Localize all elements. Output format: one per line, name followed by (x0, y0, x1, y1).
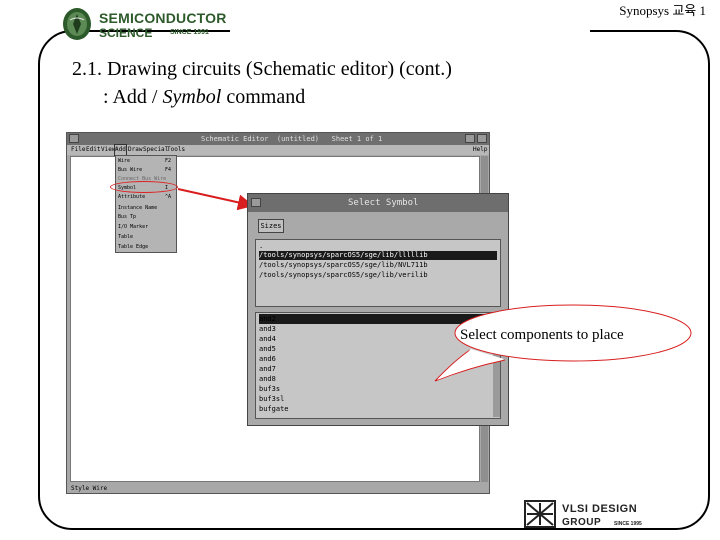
subtitle-prefix: : Add / (103, 86, 163, 108)
menu-edit[interactable]: Edit (86, 145, 100, 155)
library-item-selected[interactable]: /tools/synopsys/sparcOS5/sge/lib/lllllib (259, 251, 497, 260)
cell-item[interactable]: and8 (259, 374, 491, 384)
cell-item[interactable]: buf3s (259, 384, 491, 394)
footer-logo-since: SINCE 1995 (614, 521, 642, 527)
subtitle-italic: Symbol (162, 86, 222, 108)
menu-draw[interactable]: Draw (128, 145, 142, 155)
footer-logo-line1: VLSI DESIGN (562, 503, 638, 515)
menu-special[interactable]: Special (143, 145, 168, 155)
menu-item-io-marker[interactable]: I/O Marker (118, 224, 148, 230)
menu-add[interactable]: Add (114, 144, 127, 156)
cell-item[interactable]: and6 (259, 354, 491, 364)
sizes-button[interactable]: Sizes (258, 219, 284, 233)
cell-item[interactable]: and7 (259, 364, 491, 374)
library-item[interactable]: /tools/synopsys/sparcOS5/sge/lib/NVL711b (259, 261, 497, 270)
course-header: Synopsys 교육 1 (619, 3, 706, 18)
subtitle-suffix: command (221, 86, 306, 108)
slide-subtitle: : Add / Symbol command (103, 86, 305, 109)
library-item[interactable]: /tools/synopsys/sparcOS5/sge/lib/verilib (259, 271, 497, 280)
dialog-titlebar[interactable]: Select Symbol (248, 194, 508, 212)
university-emblem-icon (63, 8, 91, 40)
menu-item-table[interactable]: Table (118, 234, 133, 240)
window-titlebar[interactable]: Schematic Editor (untitled) Sheet 1 of 1 (67, 133, 489, 145)
menu-view[interactable]: View (101, 145, 115, 155)
menu-file[interactable]: File (71, 145, 85, 155)
menu-item-attribute[interactable]: Attribute (118, 194, 145, 200)
highlight-ellipse (110, 181, 178, 193)
menu-help[interactable]: Help (473, 145, 487, 155)
status-bar-text: Style Wire (71, 485, 108, 492)
footer-logo-line2: GROUP (562, 517, 602, 528)
menu-item-table-edge[interactable]: Table Edge (118, 244, 148, 250)
menu-item-wire[interactable]: Wire (118, 158, 130, 164)
frame-gap (230, 22, 590, 36)
cell-item[interactable]: bufgate (259, 404, 491, 414)
menu-item-shortcut: F2 (165, 158, 172, 164)
menu-item-bus-wire[interactable]: Bus Wire (118, 167, 142, 173)
cell-item[interactable]: and4 (259, 334, 491, 344)
logo-since: SINCE 1991 (170, 29, 209, 36)
library-item[interactable]: . (259, 242, 497, 251)
cell-item[interactable]: and3 (259, 324, 491, 334)
minimize-button[interactable] (465, 134, 475, 143)
dialog-title: Select Symbol (348, 198, 419, 208)
logo-line2: SCIENCE (99, 26, 153, 40)
logo-line1: SEMICONDUCTOR (99, 10, 227, 26)
cell-item[interactable]: buf3sl (259, 394, 491, 404)
dialog-menu-button[interactable] (251, 198, 261, 207)
select-symbol-dialog: Select Symbol Sizes . /tools/synopsys/sp… (247, 193, 509, 426)
menu-item-bus-tap[interactable]: Bus Tp (118, 214, 136, 220)
slide-title: 2.1. Drawing circuits (Schematic editor)… (72, 58, 452, 80)
menu-item-instance-name[interactable]: Instance Name (118, 205, 157, 211)
cell-item[interactable]: and5 (259, 344, 491, 354)
menu-tools[interactable]: Tools (167, 145, 185, 155)
vlsi-logo-icon (524, 500, 556, 528)
menu-item-shortcut: F4 (165, 167, 172, 173)
cell-item-selected[interactable]: and2 (259, 314, 491, 324)
maximize-button[interactable] (477, 134, 487, 143)
menu-item-shortcut: ^A (165, 194, 172, 200)
library-list[interactable]: . /tools/synopsys/sparcOS5/sge/lib/lllll… (255, 239, 501, 307)
window-menu-button[interactable] (69, 134, 79, 143)
window-title: Schematic Editor (untitled) Sheet 1 of 1 (201, 135, 383, 143)
callout-text: Select components to place (460, 327, 624, 343)
